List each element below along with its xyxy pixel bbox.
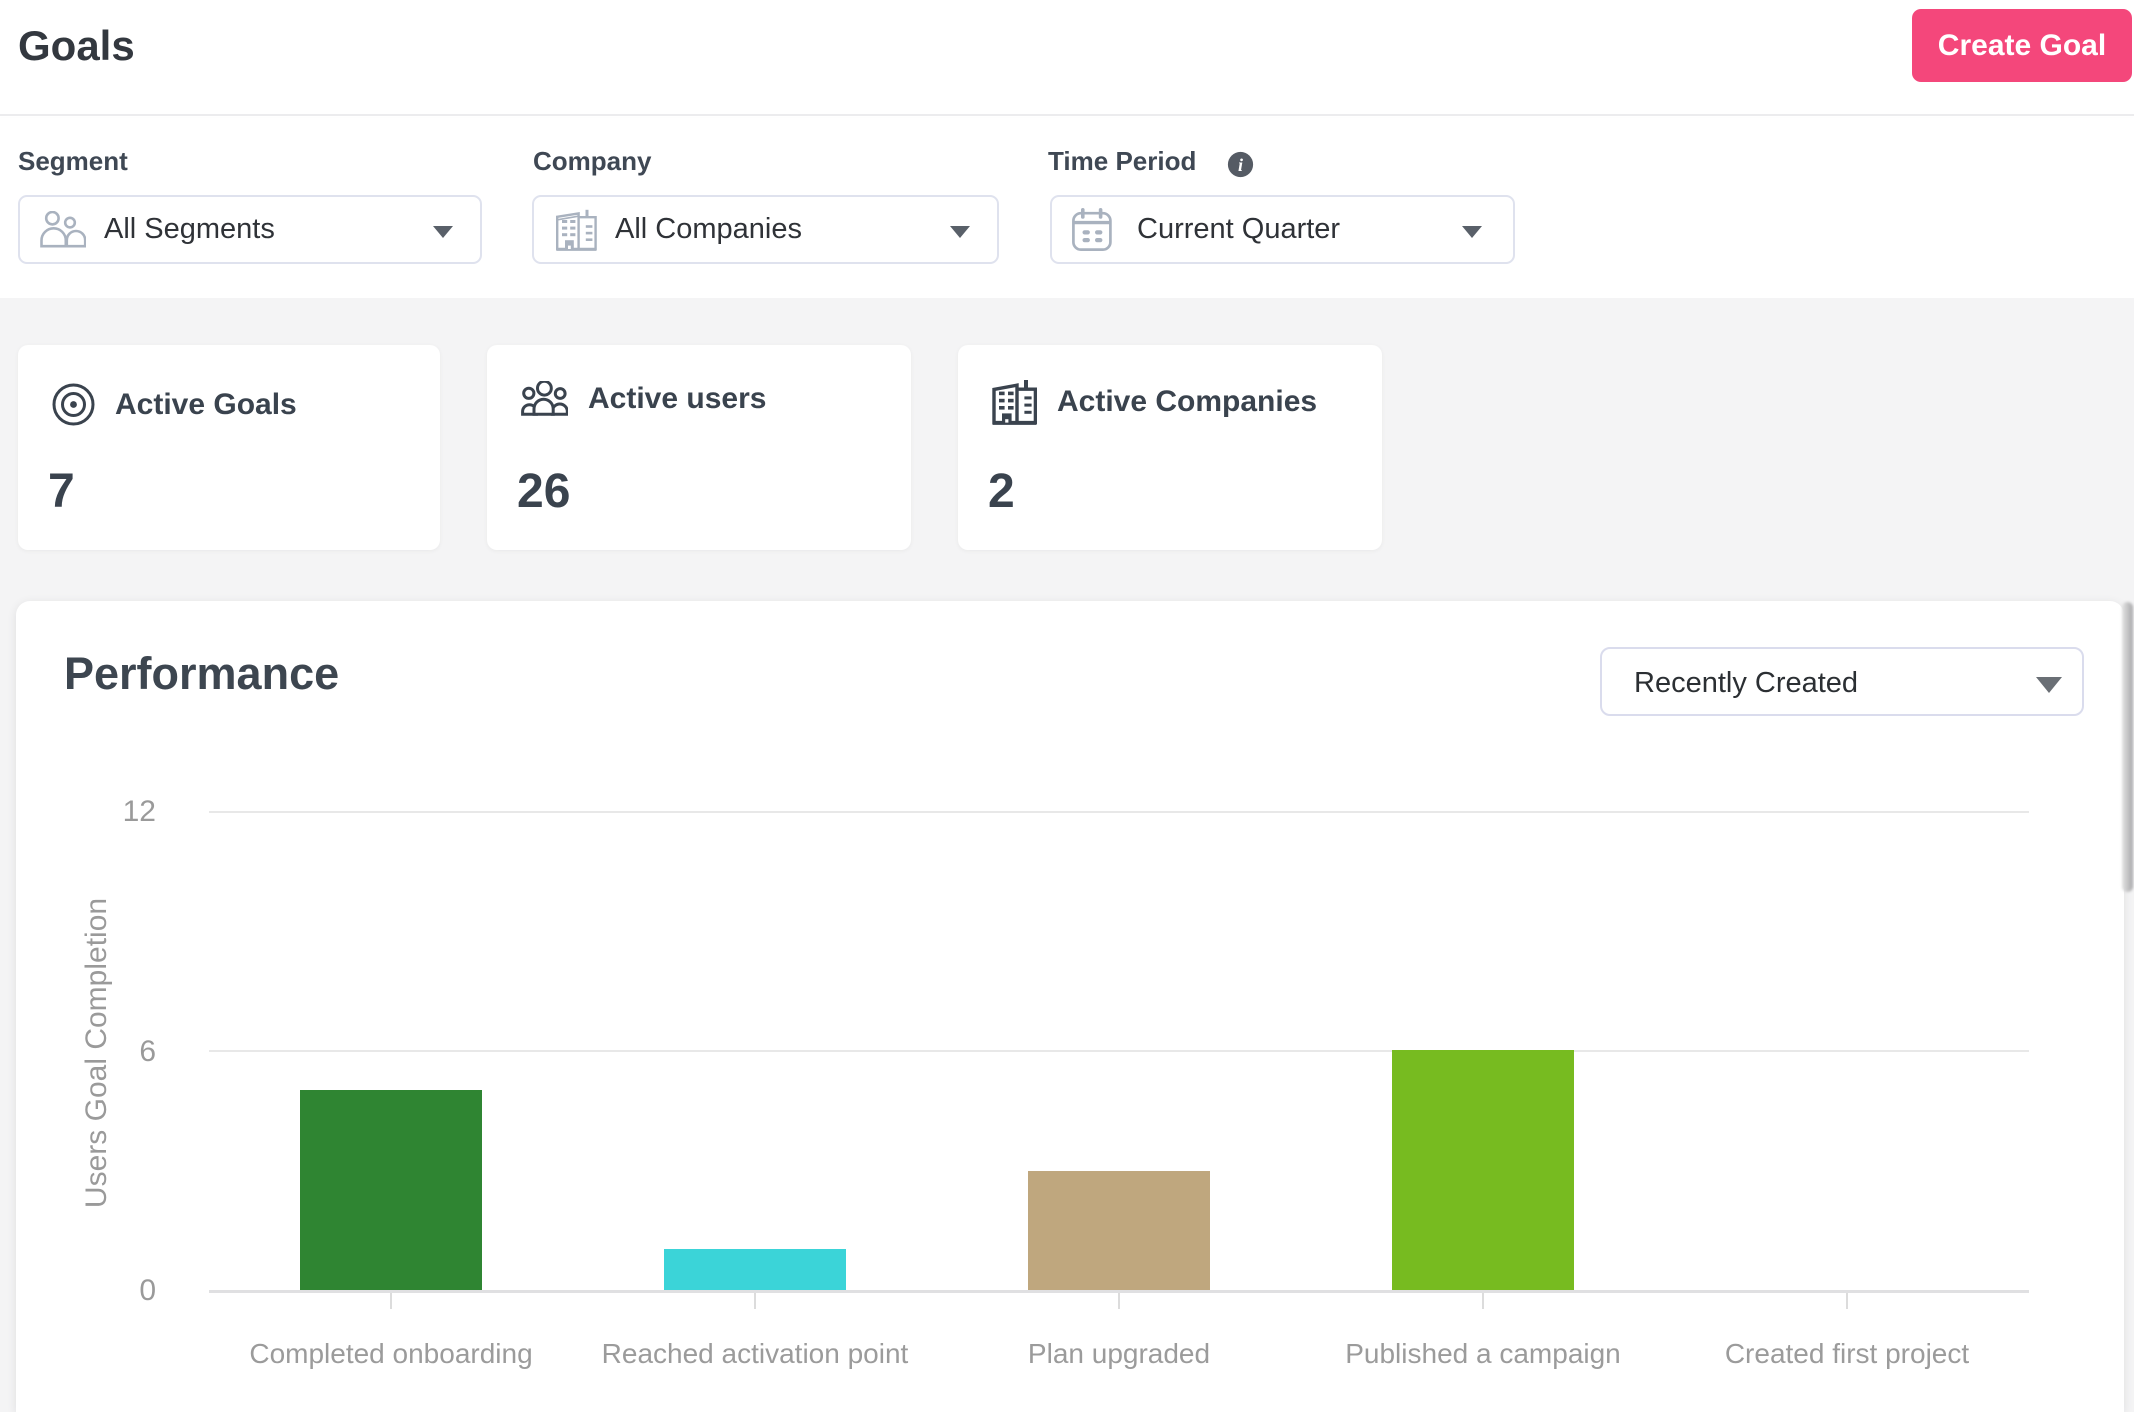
- svg-text:i: i: [1238, 155, 1243, 175]
